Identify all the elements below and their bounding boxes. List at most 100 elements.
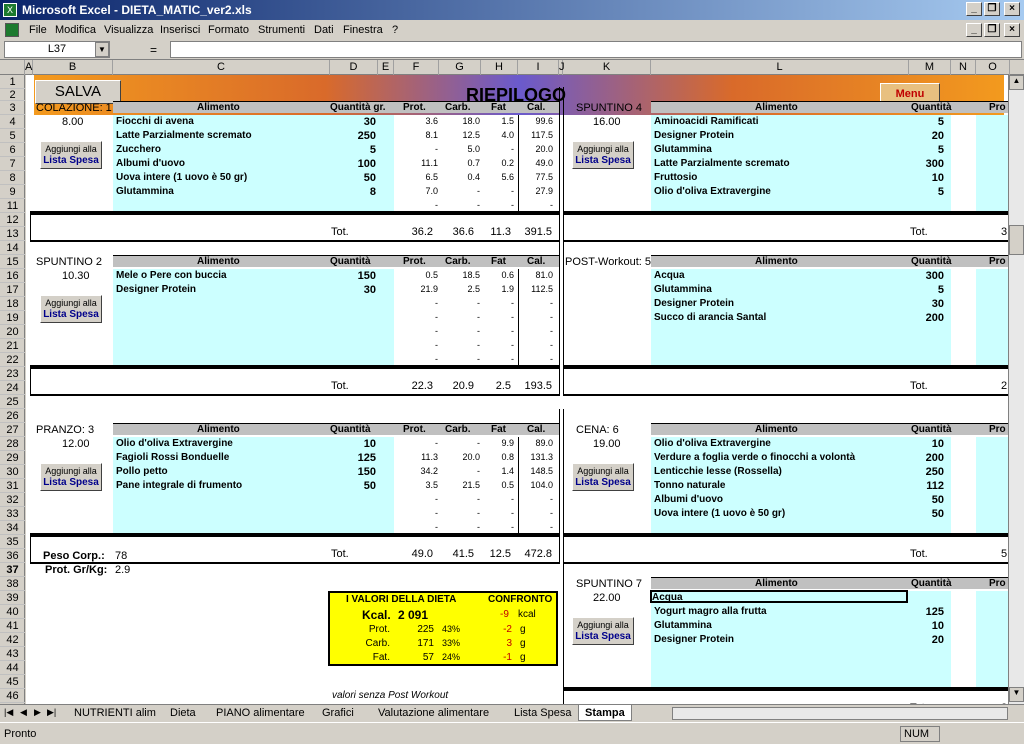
row-header[interactable]: 43 (0, 647, 25, 661)
add-shopping-list-button[interactable]: Aggiungi alla Lista Spesa (40, 141, 102, 169)
col-header[interactable]: O (976, 60, 1010, 75)
col-header[interactable]: N (951, 60, 976, 75)
menu-modifica[interactable]: Modifica (55, 20, 96, 40)
minimize-icon[interactable]: _ (966, 2, 982, 16)
row-header[interactable]: 12 (0, 213, 25, 227)
row-header[interactable]: 35 (0, 535, 25, 549)
menu-help[interactable]: ? (392, 20, 398, 40)
doc-close-icon[interactable]: × (1004, 23, 1020, 37)
row-header[interactable]: 19 (0, 311, 25, 325)
row-header[interactable]: 15 (0, 255, 25, 269)
row-header[interactable]: 40 (0, 605, 25, 619)
tab-last-icon[interactable]: ▶| (47, 707, 56, 718)
scroll-up-icon[interactable]: ▲ (1009, 75, 1024, 90)
row-header[interactable]: 39 (0, 591, 25, 605)
row-header[interactable]: 24 (0, 381, 25, 395)
select-all[interactable] (0, 60, 25, 75)
menu-finestra[interactable]: Finestra (343, 20, 383, 40)
row-header[interactable]: 9 (0, 185, 25, 199)
col-header[interactable]: G (439, 60, 481, 75)
tab-piano[interactable]: PIANO alimentare (210, 705, 311, 721)
row-header[interactable]: 7 (0, 157, 25, 171)
menu-strumenti[interactable]: Strumenti (258, 20, 305, 40)
row-header[interactable]: 29 (0, 451, 25, 465)
tab-first-icon[interactable]: |◀ (4, 707, 13, 718)
col-header[interactable]: D (330, 60, 378, 75)
tab-valutazione[interactable]: Valutazione alimentare (372, 705, 495, 721)
add-shopping-list-button[interactable]: Aggiungi alla Lista Spesa (572, 141, 634, 169)
row-header[interactable]: 21 (0, 339, 25, 353)
add-shopping-list-button[interactable]: Aggiungi alla Lista Spesa (572, 617, 634, 645)
tab-stampa[interactable]: Stampa (578, 705, 632, 721)
doc-restore-icon[interactable]: ❐ (984, 23, 1000, 37)
tab-dieta[interactable]: Dieta (164, 705, 202, 721)
food-name[interactable]: Acqua (650, 590, 908, 603)
add-shopping-list-button[interactable]: Aggiungi alla Lista Spesa (40, 295, 102, 323)
row-header[interactable]: 42 (0, 633, 25, 647)
row-header[interactable]: 23 (0, 367, 25, 381)
col-header[interactable]: B (33, 60, 113, 75)
row-header[interactable]: 11 (0, 199, 25, 213)
row-header[interactable]: 32 (0, 493, 25, 507)
save-button[interactable]: SALVA (35, 80, 121, 104)
col-header[interactable]: F (394, 60, 439, 75)
col-header[interactable]: L (651, 60, 909, 75)
row-header[interactable]: 18 (0, 297, 25, 311)
row-header[interactable]: 34 (0, 521, 25, 535)
horizontal-scrollbar[interactable] (672, 707, 1008, 720)
row-header[interactable]: 25 (0, 395, 25, 409)
tab-prev-icon[interactable]: ◀ (20, 707, 27, 718)
doc-minimize-icon[interactable]: _ (966, 23, 982, 37)
row-header[interactable]: 22 (0, 353, 25, 367)
row-header[interactable]: 2 (0, 89, 25, 101)
row-header[interactable]: 14 (0, 241, 25, 255)
col-header[interactable]: I (518, 60, 559, 75)
restore-icon[interactable]: ❐ (984, 2, 1000, 16)
menu-dati[interactable]: Dati (314, 20, 334, 40)
col-header[interactable]: C (113, 60, 330, 75)
add-shopping-list-button[interactable]: Aggiungi alla Lista Spesa (572, 463, 634, 491)
row-header[interactable]: 33 (0, 507, 25, 521)
menu-visualizza[interactable]: Visualizza (104, 20, 153, 40)
menu-inserisci[interactable]: Inserisci (160, 20, 200, 40)
col-header[interactable]: E (378, 60, 394, 75)
row-header[interactable]: 38 (0, 577, 25, 591)
formula-input[interactable] (170, 41, 1022, 58)
row-header[interactable]: 26 (0, 409, 25, 423)
row-header[interactable]: 1 (0, 75, 25, 89)
row-header[interactable]: 6 (0, 143, 25, 157)
row-header[interactable]: 36 (0, 549, 25, 563)
worksheet[interactable]: RIEPILOGO SALVA Menu COLAZIONE: 1 8.00 Aggiun… (26, 75, 1010, 704)
row-header[interactable]: 37 (0, 563, 25, 577)
menu-file[interactable]: File (29, 20, 47, 40)
row-header[interactable]: 46 (0, 689, 25, 703)
excel-app-icon[interactable]: X (3, 3, 17, 17)
menu-formato[interactable]: Formato (208, 20, 249, 40)
scroll-thumb[interactable] (1009, 225, 1024, 255)
row-header[interactable]: 8 (0, 171, 25, 185)
row-header[interactable]: 4 (0, 115, 25, 129)
row-header[interactable]: 5 (0, 129, 25, 143)
tab-lista-spesa[interactable]: Lista Spesa (508, 705, 577, 721)
close-icon[interactable]: × (1004, 2, 1020, 16)
row-header[interactable]: 13 (0, 227, 25, 241)
vertical-scrollbar[interactable]: ▲ ▼ (1008, 75, 1024, 704)
row-header[interactable]: 28 (0, 437, 25, 451)
row-header[interactable]: 17 (0, 283, 25, 297)
row-header[interactable]: 16 (0, 269, 25, 283)
col-header[interactable]: K (563, 60, 651, 75)
row-header[interactable]: 31 (0, 479, 25, 493)
row-header[interactable]: 27 (0, 423, 25, 437)
col-header[interactable]: H (481, 60, 518, 75)
workbook-icon[interactable] (5, 23, 19, 37)
add-shopping-list-button[interactable]: Aggiungi alla Lista Spesa (40, 463, 102, 491)
row-header[interactable]: 44 (0, 661, 25, 675)
tab-nutrienti[interactable]: NUTRIENTI alim (68, 705, 162, 721)
chevron-down-icon[interactable]: ▼ (95, 42, 109, 57)
tab-next-icon[interactable]: ▶ (34, 707, 41, 718)
row-header[interactable]: 41 (0, 619, 25, 633)
tab-grafici[interactable]: Grafici (316, 705, 360, 721)
row-header[interactable]: 20 (0, 325, 25, 339)
row-header[interactable]: 30 (0, 465, 25, 479)
row-header[interactable]: 45 (0, 675, 25, 689)
